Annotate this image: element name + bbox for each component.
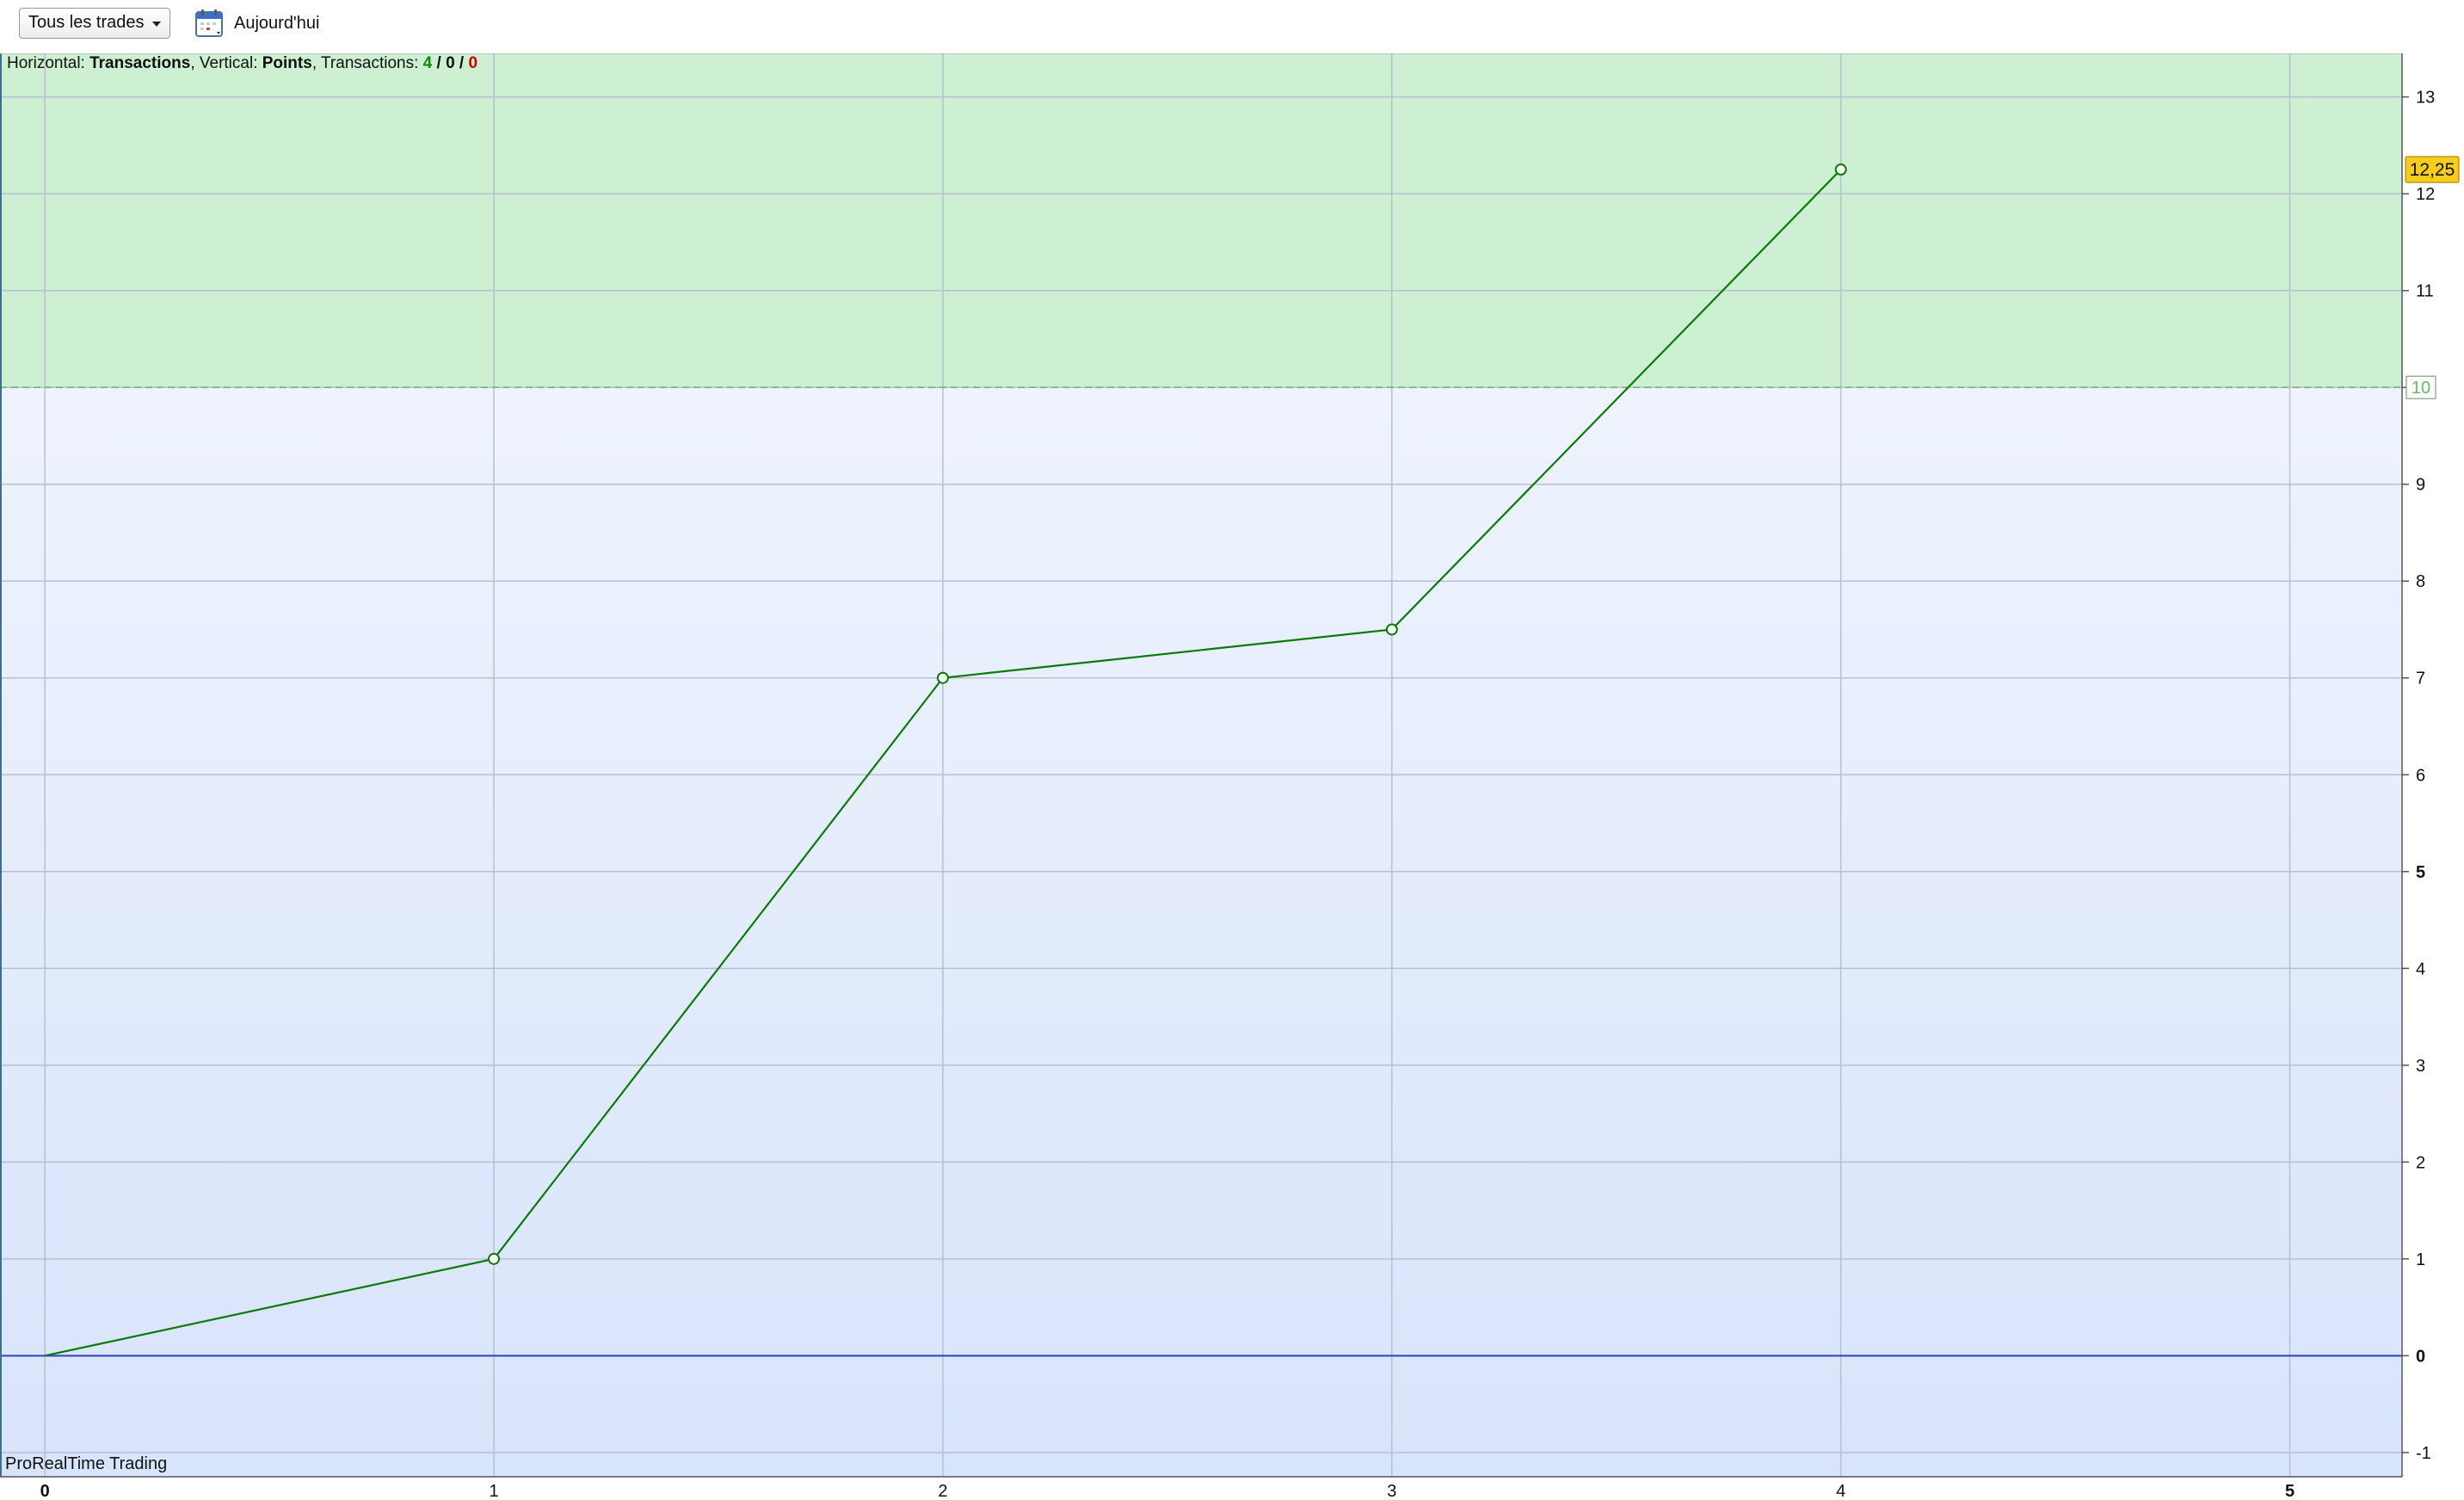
x-tick-label: 5: [2285, 1482, 2295, 1500]
vertical-value: Points: [262, 54, 312, 72]
y-tick-label: 6: [2416, 766, 2425, 785]
y-tick-label: 4: [2416, 960, 2425, 978]
y-tick-label: 2: [2416, 1153, 2425, 1172]
y-tick-label: 1: [2416, 1250, 2425, 1269]
transactions-prefix: , Transactions:: [311, 54, 423, 72]
neutral-count: 0: [446, 54, 455, 72]
chart-info: Horizontal: Transactions, Vertical: Poin…: [7, 54, 477, 73]
win-count: 4: [422, 54, 433, 72]
x-tick-label: 0: [40, 1482, 50, 1500]
y-tick-label: 11: [2416, 282, 2434, 301]
data-point: [936, 671, 949, 684]
y-tick-label: 7: [2416, 670, 2425, 688]
profit-zone: [0, 53, 2402, 388]
trade-filter-label: Tous les trades: [28, 13, 145, 32]
y-tick-label: 5: [2416, 863, 2425, 882]
loss-count: 0: [468, 54, 478, 72]
last-value-label: 12,25: [2410, 160, 2455, 180]
equity-chart: -10123456789101112130123451012,25: [0, 53, 2460, 1500]
y-tick-label: 3: [2416, 1057, 2425, 1076]
date-label: Aujourd'hui: [234, 14, 320, 33]
threshold-label: 10: [2412, 379, 2430, 398]
data-point: [1385, 623, 1398, 636]
separator: /: [432, 54, 447, 72]
x-tick-label: 3: [1387, 1482, 1396, 1500]
x-tick-label: 4: [1836, 1482, 1845, 1500]
y-tick-label: 8: [2416, 572, 2425, 591]
y-tick-label: 9: [2416, 476, 2425, 495]
y-tick-label: 0: [2416, 1347, 2425, 1366]
x-tick-label: 1: [489, 1482, 498, 1500]
horizontal-prefix: Horizontal:: [7, 54, 90, 72]
y-tick-label: 12: [2416, 185, 2435, 204]
x-tick-label: 2: [938, 1482, 947, 1500]
y-tick-label: 13: [2416, 89, 2435, 108]
vertical-prefix: , Vertical:: [190, 54, 262, 72]
horizontal-value: Transactions: [89, 54, 191, 72]
separator: /: [454, 54, 469, 72]
toolbar: Tous les trades Aujourd'hui: [0, 0, 2464, 53]
trade-filter-dropdown[interactable]: Tous les trades: [19, 8, 170, 39]
chevron-down-icon: [152, 22, 161, 27]
watermark: ProRealTime Trading: [5, 1454, 168, 1473]
calendar-icon[interactable]: [194, 9, 225, 40]
data-point: [488, 1252, 501, 1265]
y-tick-label: -1: [2416, 1444, 2431, 1463]
data-point: [1834, 164, 1847, 176]
